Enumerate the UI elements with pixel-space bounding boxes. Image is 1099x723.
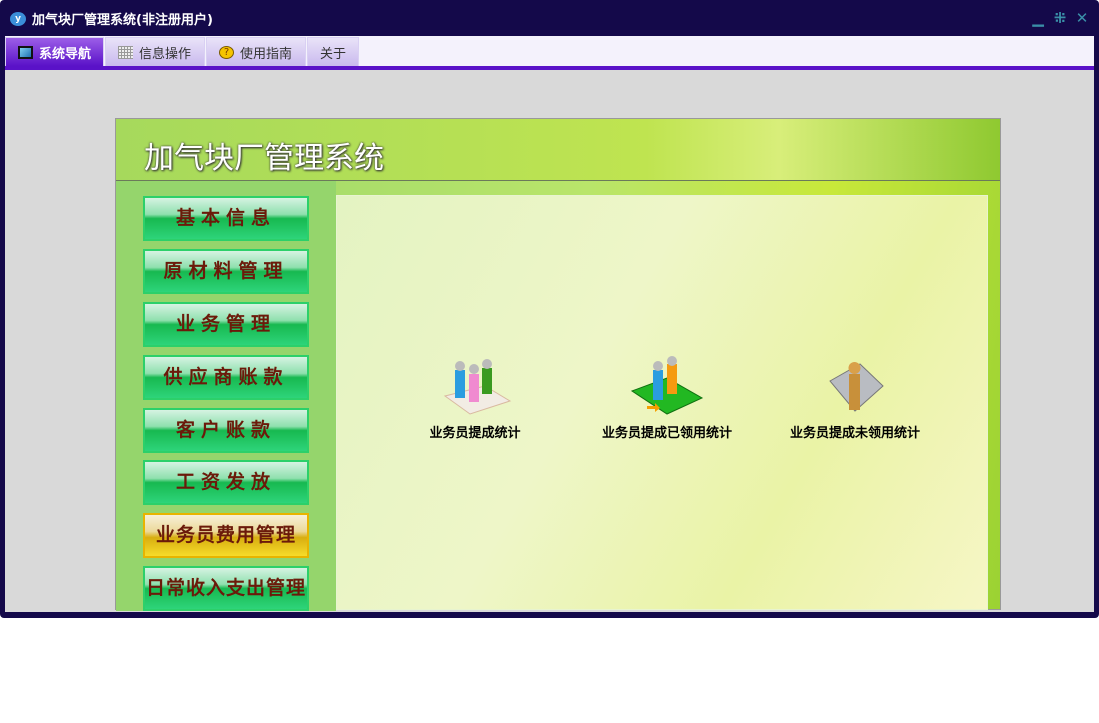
salesman-commission-uncollected-stats[interactable]: 业务员提成未领用统计 — [770, 356, 940, 441]
help-icon: ? — [219, 45, 234, 59]
people-book-icon — [630, 356, 704, 415]
tab-info-ops[interactable]: 信息操作 — [105, 37, 205, 66]
people-group-icon — [443, 359, 512, 415]
person-folder-icon — [829, 362, 884, 412]
app-logo-icon: y — [10, 11, 26, 26]
sidebar-item-business[interactable]: 业务管理 — [143, 302, 309, 347]
app-title: 加气块厂管理系统 — [144, 141, 384, 176]
restore-icon[interactable]: ⁜ — [1053, 9, 1067, 27]
item-label: 业务员提成统计 — [429, 426, 521, 441]
main-panel: 加气块厂管理系统 基本信息 原材料管理 业务管理 供应商账款 客户账款 工资发放… — [115, 118, 1001, 611]
app-header: 加气块厂管理系统 — [116, 119, 1000, 181]
monitor-icon — [18, 45, 33, 59]
salesman-commission-stats[interactable]: 业务员提成统计 — [390, 356, 560, 441]
sidebar: 基本信息 原材料管理 业务管理 供应商账款 客户账款 工资发放 业务员费用管理 … — [116, 181, 336, 611]
tab-guide[interactable]: ? 使用指南 — [206, 37, 306, 66]
sidebar-item-customer-accounts[interactable]: 客户账款 — [143, 408, 309, 453]
tab-about[interactable]: 关于 — [307, 37, 359, 66]
close-icon[interactable]: ✕ — [1075, 9, 1089, 27]
sidebar-item-salesman-expenses[interactable]: 业务员费用管理 — [143, 513, 309, 558]
tab-system-nav[interactable]: 系统导航 — [5, 37, 104, 66]
sidebar-item-daily-income-expense[interactable]: 日常收入支出管理 — [143, 566, 309, 611]
grid-icon — [118, 45, 133, 59]
salesman-commission-collected-stats[interactable]: 业务员提成已领用统计 — [582, 356, 752, 441]
sidebar-item-materials[interactable]: 原材料管理 — [143, 249, 309, 294]
item-label: 业务员提成未领用统计 — [789, 426, 920, 441]
sidebar-item-basic-info[interactable]: 基本信息 — [143, 196, 309, 241]
item-label: 业务员提成已领用统计 — [601, 426, 732, 441]
content-panel: 业务员提成统计 业务员提成已领用统计 业务员提成未领用统计 — [336, 195, 988, 610]
title-bar: y 加气块厂管理系统(非注册用户) — [10, 9, 213, 28]
tab-label: 系统导航 — [39, 46, 92, 62]
window-title: 加气块厂管理系统(非注册用户) — [32, 13, 213, 28]
tab-label: 使用指南 — [240, 46, 293, 62]
sidebar-item-supplier-accounts[interactable]: 供应商账款 — [143, 355, 309, 400]
tab-bar: 系统导航 信息操作 ? 使用指南 关于 — [5, 36, 1094, 66]
tab-label: 关于 — [320, 46, 347, 62]
tab-label: 信息操作 — [139, 46, 192, 62]
sidebar-item-payroll[interactable]: 工资发放 — [143, 460, 309, 505]
minimize-icon[interactable]: ▁ — [1031, 9, 1045, 27]
